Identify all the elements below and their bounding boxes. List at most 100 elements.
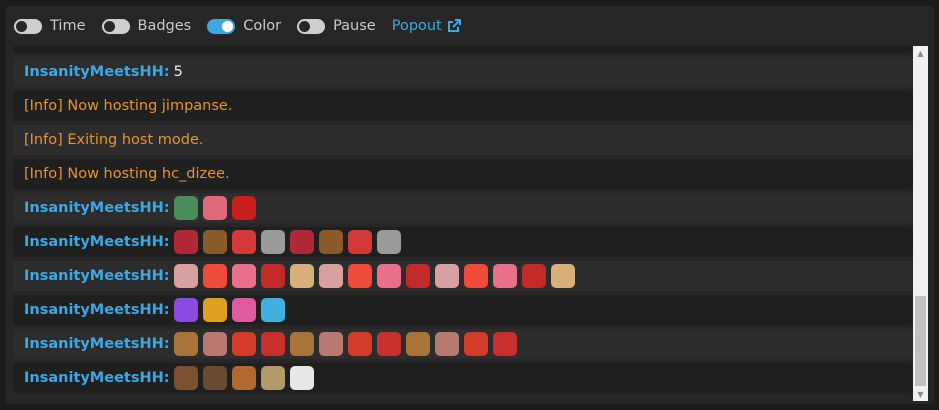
hug-emote-icon[interactable]: [492, 264, 517, 288]
emote-list: [173, 298, 290, 322]
rainbow-du-emote-icon[interactable]: [202, 298, 227, 322]
username-separator: :: [163, 234, 170, 250]
emote-list: [173, 230, 406, 254]
rating-emote-icon[interactable]: [376, 230, 401, 254]
chat-message: InsanityMeetsHH:: [13, 227, 913, 257]
chat-message: InsanityMeetsHH:: [13, 329, 913, 359]
chat-username[interactable]: InsanityMeetsHH: [24, 64, 164, 80]
chat-scrollbar[interactable]: ▲ ▼: [913, 46, 928, 401]
color-toggle[interactable]: Color: [207, 18, 281, 34]
popout-link[interactable]: Popout: [392, 18, 461, 34]
monkey-emote-icon[interactable]: [202, 366, 227, 390]
pause-toggle[interactable]: Pause: [297, 18, 376, 34]
rainbow-glitch-emote-icon[interactable]: [173, 298, 198, 322]
toggle-label: Color: [243, 18, 282, 34]
external-link-icon: [447, 19, 461, 32]
chat-username[interactable]: InsanityMeetsHH: [24, 234, 164, 250]
scroll-thumb[interactable]: [915, 296, 926, 386]
cherry-emote-icon[interactable]: [260, 264, 285, 288]
fish-rod-emote-icon[interactable]: [173, 196, 198, 220]
chat-username[interactable]: InsanityMeetsHH: [24, 336, 164, 352]
info-text: [Info] Exiting host mode.: [24, 132, 204, 148]
chat-message: InsanityMeetsHH:: [13, 363, 913, 393]
chat-username[interactable]: InsanityMeetsHH: [24, 200, 164, 216]
username-separator: :: [163, 64, 170, 80]
chat-username[interactable]: InsanityMeetsHH: [24, 268, 164, 284]
skull-emote-icon[interactable]: [173, 264, 198, 288]
skull-mask-emote-icon[interactable]: [231, 332, 256, 356]
popout-label: Popout: [391, 18, 442, 34]
badges-toggle[interactable]: Badges: [101, 18, 192, 34]
toggle-label: Time: [50, 18, 86, 34]
owl-emote-icon[interactable]: [202, 230, 227, 254]
rating-emote-icon[interactable]: [260, 230, 285, 254]
heart-emote-icon[interactable]: [347, 264, 372, 288]
username-separator: :: [163, 370, 170, 386]
owl-emote-icon[interactable]: [318, 230, 343, 254]
heart-emote-icon[interactable]: [463, 264, 488, 288]
cherry-emote-icon[interactable]: [521, 264, 546, 288]
hug-emote-icon[interactable]: [376, 264, 401, 288]
box-face-emote-icon[interactable]: [173, 332, 198, 356]
username-separator: :: [163, 200, 170, 216]
emote-list: [173, 332, 522, 356]
pig-face-emote-icon[interactable]: [434, 332, 459, 356]
time-toggle[interactable]: Time: [14, 18, 86, 34]
rip-angel-emote-icon[interactable]: [260, 332, 285, 356]
username-separator: :: [163, 268, 170, 284]
potato-emote-icon[interactable]: [260, 366, 285, 390]
message-text: 5: [173, 64, 183, 80]
toggle-switch[interactable]: [297, 18, 326, 34]
pink-fish-emote-icon[interactable]: [202, 196, 227, 220]
chat-message: InsanityMeetsHH:5: [13, 57, 913, 87]
rainbow-stack-emote-icon[interactable]: [231, 298, 256, 322]
chat-toolbar: Time Badges Color Pause Popout: [5, 6, 934, 46]
heart-emote-icon[interactable]: [202, 264, 227, 288]
box-face-emote-icon[interactable]: [289, 332, 314, 356]
hype-emote-icon[interactable]: [231, 230, 256, 254]
scroll-down-icon[interactable]: ▼: [913, 387, 928, 401]
info-message: [Info] Now hosting hc_dizee.: [13, 159, 913, 189]
emote-list: [173, 366, 319, 390]
chat-panel: Time Badges Color Pause Popout InsanityM…: [5, 6, 934, 404]
chat-username[interactable]: InsanityMeetsHH: [24, 302, 164, 318]
hype-emote-icon[interactable]: [347, 230, 372, 254]
bread-heart-emote-icon[interactable]: [550, 264, 575, 288]
info-message: [Info] Exiting host mode.: [13, 125, 913, 155]
emote-list: [173, 264, 580, 288]
chat-message: InsanityMeetsHH:: [13, 295, 913, 325]
skull-emote-icon[interactable]: [434, 264, 459, 288]
rip-angel-emote-icon[interactable]: [492, 332, 517, 356]
username-separator: :: [163, 302, 170, 318]
skull-mask-emote-icon[interactable]: [347, 332, 372, 356]
cherry-heart-emote-icon[interactable]: [289, 230, 314, 254]
bread-heart-emote-icon[interactable]: [289, 264, 314, 288]
info-text: [Info] Now hosting hc_dizee.: [24, 166, 230, 182]
face-emote-icon[interactable]: [173, 366, 198, 390]
scroll-up-icon[interactable]: ▲: [913, 46, 928, 60]
chat-username[interactable]: InsanityMeetsHH: [24, 370, 164, 386]
skull-emote-icon[interactable]: [318, 264, 343, 288]
pig-face-emote-icon[interactable]: [318, 332, 343, 356]
info-message: [Info] Now hosting jimpanse.: [13, 91, 913, 121]
chat-message-cutoff: [13, 46, 913, 53]
pig-face-emote-icon[interactable]: [202, 332, 227, 356]
toggle-label: Pause: [333, 18, 376, 34]
toggle-switch[interactable]: [14, 18, 42, 34]
chat-message: InsanityMeetsHH:: [13, 261, 913, 291]
rip-angel-emote-icon[interactable]: [376, 332, 401, 356]
cherry-emote-icon[interactable]: [405, 264, 430, 288]
chat-messages: InsanityMeetsHH:5 [Info] Now hosting jimp…: [13, 46, 913, 401]
toggle-label: Badges: [137, 18, 192, 34]
cherry-heart-emote-icon[interactable]: [173, 230, 198, 254]
red-blob-emote-icon[interactable]: [231, 196, 256, 220]
chat-message: InsanityMeetsHH:: [13, 193, 913, 223]
rainbow-hug-emote-icon[interactable]: [260, 298, 285, 322]
toggle-switch[interactable]: [101, 18, 130, 34]
cat-emote-icon[interactable]: [289, 366, 314, 390]
box-face-emote-icon[interactable]: [405, 332, 430, 356]
dog-emote-icon[interactable]: [231, 366, 256, 390]
toggle-switch[interactable]: [207, 18, 236, 34]
hug-emote-icon[interactable]: [231, 264, 256, 288]
skull-mask-emote-icon[interactable]: [463, 332, 488, 356]
